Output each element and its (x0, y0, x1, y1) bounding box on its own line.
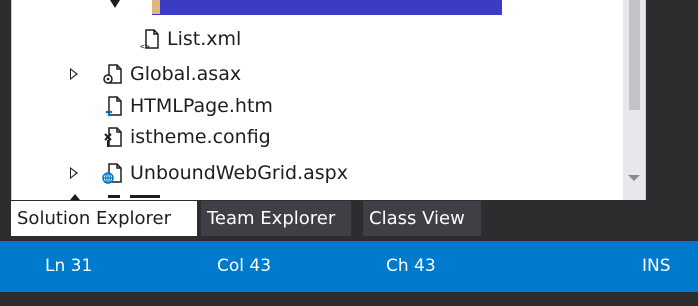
insert-mode[interactable]: INS (642, 241, 671, 292)
tab-solution-explorer[interactable]: Solution Explorer (11, 201, 197, 236)
window-bottom-edge (0, 292, 698, 306)
aspx-file-icon (102, 163, 122, 184)
html-file-icon (105, 96, 122, 117)
tree-item-label-clipped (130, 195, 160, 198)
tree-item-label: List.xml (167, 28, 242, 50)
config-file-icon (104, 127, 122, 147)
tree-item-unboundwebgrid[interactable]: UnboundWebGrid.aspx (12, 158, 617, 188)
selection-highlight (152, 0, 502, 15)
tree-item-partial-selected[interactable] (12, 0, 617, 18)
character-number: Ch 43 (386, 256, 436, 276)
scrollbar-thumb[interactable] (629, 0, 640, 110)
column-number: Col 43 (217, 256, 272, 276)
tool-window-tabs: Solution Explorer Team Explorer Class Vi… (11, 201, 644, 236)
tree-item-partial-bottom[interactable] (12, 190, 617, 200)
line-number: Ln 31 (45, 256, 93, 276)
tab-class-view[interactable]: Class View (363, 201, 481, 236)
tree-item-label: HTMLPage.htm (130, 95, 273, 117)
tree-item-htmlpage[interactable]: HTMLPage.htm (12, 91, 617, 121)
ide-window: <> List.xml Global.asax HTMLPage.htm ist… (0, 0, 698, 306)
status-bar: Ln 31 Col 43 Ch 43 INS (0, 241, 698, 292)
svg-text:<>: <> (140, 42, 150, 50)
tree-item-label: Global.asax (130, 63, 242, 85)
collapse-arrow-icon[interactable] (110, 0, 120, 8)
tree-item-list-xml[interactable]: <> List.xml (12, 24, 617, 54)
expand-arrow-icon[interactable] (70, 194, 80, 200)
tree-item-global-asax[interactable]: Global.asax (12, 59, 617, 89)
expand-arrow-icon[interactable] (70, 68, 78, 80)
tab-team-explorer[interactable]: Team Explorer (201, 201, 351, 236)
expand-arrow-icon[interactable] (70, 167, 78, 179)
tree-item-istheme-config[interactable]: istheme.config (12, 122, 617, 152)
tree-item-label: istheme.config (130, 126, 271, 148)
vertical-scrollbar[interactable] (623, 0, 645, 200)
folder-icon (152, 0, 160, 14)
solution-explorer-tree: <> List.xml Global.asax HTMLPage.htm ist… (11, 0, 646, 200)
scroll-down-arrow-icon[interactable] (628, 175, 640, 181)
xml-file-icon: <> (140, 29, 159, 50)
asax-file-icon (103, 64, 122, 84)
file-icon (108, 195, 120, 198)
tree-item-label: UnboundWebGrid.aspx (130, 162, 348, 184)
